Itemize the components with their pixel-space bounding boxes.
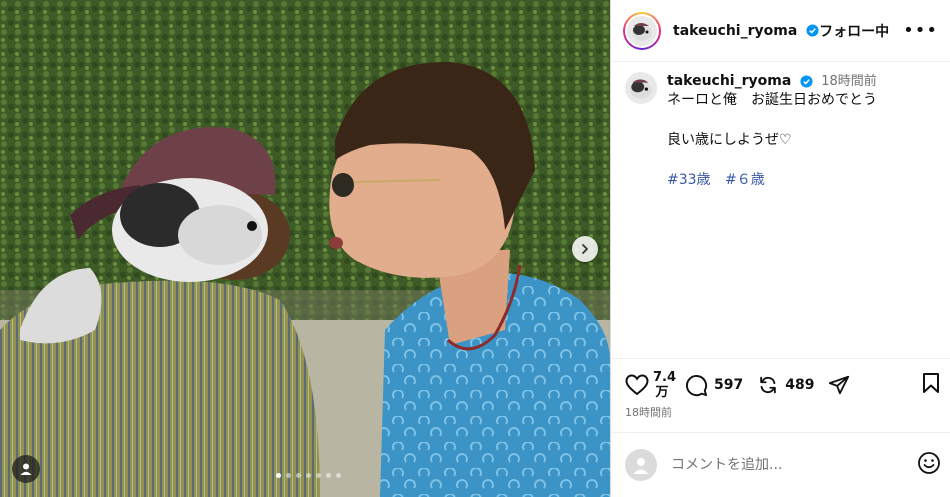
story-ring[interactable] xyxy=(623,11,661,50)
action-bar: 7.4 万 597 489 xyxy=(625,368,941,402)
caption-text-line1: ネーロと俺 お誕生日おめでとう xyxy=(667,92,877,108)
instagram-post-view: takeuchi_ryoma フォロー中 ••• takeuchi_ryoma … xyxy=(0,0,950,497)
divider xyxy=(611,358,950,359)
photo-illustration xyxy=(0,0,610,497)
share-button[interactable] xyxy=(828,374,850,396)
chevron-right-icon xyxy=(582,244,588,254)
like-count-unit: 万 xyxy=(655,385,669,400)
caption: takeuchi_ryoma 18時間前 ネーロと俺 お誕生日おめでとう 良い歳… xyxy=(625,72,941,190)
hashtags: #33歳 #６歳 xyxy=(667,171,877,190)
default-user-icon xyxy=(633,458,649,474)
dog-avatar-icon xyxy=(630,79,652,99)
comment-count[interactable]: 597 xyxy=(714,377,743,393)
carousel-indicator xyxy=(276,473,341,478)
emoji-button[interactable] xyxy=(917,451,941,479)
post-timestamp[interactable]: 18時間前 xyxy=(625,404,672,420)
comment-button[interactable]: 597 xyxy=(685,374,743,397)
comment-input[interactable] xyxy=(669,456,893,474)
carousel-dot xyxy=(296,473,301,478)
like-count-number: 7.4 xyxy=(653,370,677,385)
header-username[interactable]: takeuchi_ryoma xyxy=(673,23,819,39)
verified-badge-icon xyxy=(800,74,813,88)
paper-plane-icon xyxy=(829,375,850,395)
carousel-dot xyxy=(326,473,331,478)
bookmark-icon xyxy=(923,373,939,393)
caption-username[interactable]: takeuchi_ryoma xyxy=(667,73,791,89)
following-button[interactable]: フォロー中 xyxy=(819,21,889,41)
avatar xyxy=(625,13,659,48)
post-photo[interactable] xyxy=(0,0,610,497)
caption-avatar[interactable] xyxy=(625,72,657,104)
repost-icon xyxy=(760,376,777,394)
save-button[interactable] xyxy=(921,372,941,398)
viewer-avatar xyxy=(625,449,657,481)
heart-icon xyxy=(625,374,649,396)
hashtag-link[interactable]: #33歳 xyxy=(667,172,711,188)
carousel-dot xyxy=(286,473,291,478)
user-tag-icon xyxy=(20,463,32,475)
comment-composer xyxy=(625,448,941,482)
carousel-dot xyxy=(276,473,281,478)
repost-button[interactable]: 489 xyxy=(757,374,814,396)
like-button[interactable]: 7.4 万 xyxy=(625,370,677,400)
smiley-icon xyxy=(918,452,940,474)
header-username-text[interactable]: takeuchi_ryoma xyxy=(673,23,797,39)
caption-body: takeuchi_ryoma 18時間前 ネーロと俺 お誕生日おめでとう 良い歳… xyxy=(667,72,877,190)
caption-text-line2: 良い歳にしようぜ♡ xyxy=(667,132,792,148)
repost-count[interactable]: 489 xyxy=(785,377,814,393)
verified-badge-icon xyxy=(806,24,819,37)
more-options-icon[interactable]: ••• xyxy=(903,21,938,40)
carousel-dot xyxy=(316,473,321,478)
comment-bubble-icon xyxy=(685,374,708,396)
hashtag-link[interactable]: #６歳 xyxy=(725,172,765,188)
post-header: takeuchi_ryoma フォロー中 ••• xyxy=(611,0,950,62)
dog-avatar-icon xyxy=(632,22,652,41)
tagged-users-button[interactable] xyxy=(12,455,40,483)
carousel-dot xyxy=(306,473,311,478)
caption-time[interactable]: 18時間前 xyxy=(821,74,877,89)
carousel-next-button[interactable] xyxy=(572,236,598,262)
post-sidebar: takeuchi_ryoma フォロー中 ••• takeuchi_ryoma … xyxy=(610,0,950,497)
carousel-dot xyxy=(336,473,341,478)
divider xyxy=(611,432,950,433)
like-count[interactable]: 7.4 万 xyxy=(653,370,677,400)
